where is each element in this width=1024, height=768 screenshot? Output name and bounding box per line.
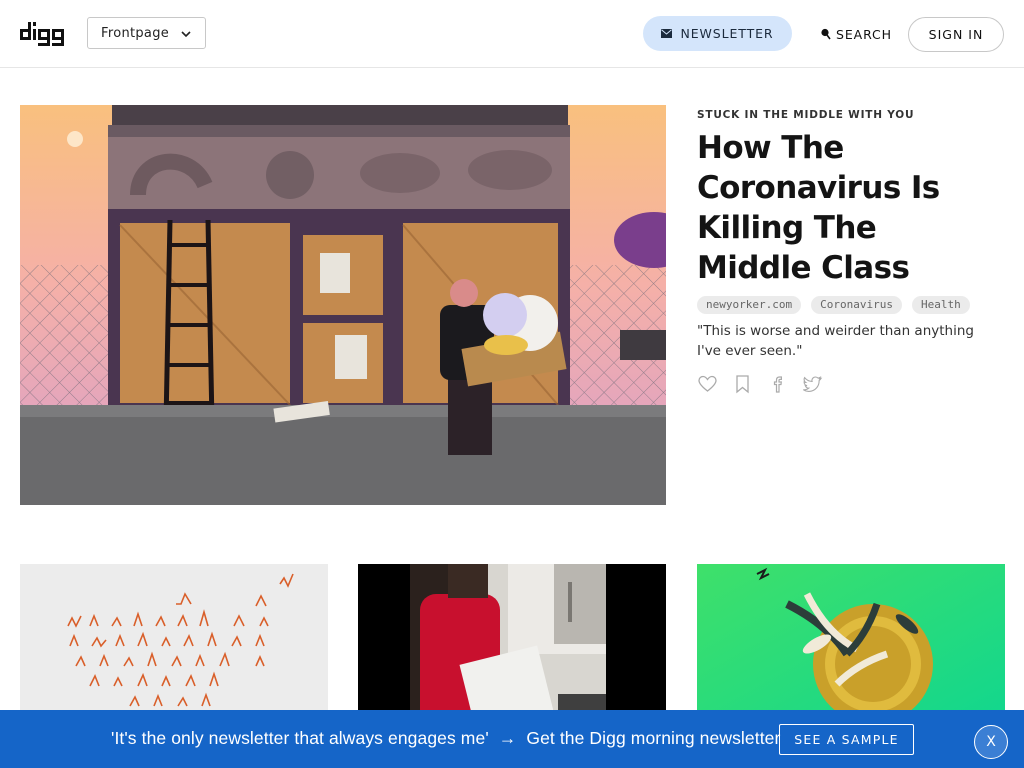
newsletter-button[interactable]: NEWSLETTER <box>643 16 792 51</box>
story-tags: newyorker.com Coronavirus Health <box>697 296 970 314</box>
digg-logo[interactable] <box>20 20 68 48</box>
search-icon <box>821 28 831 40</box>
heart-icon[interactable] <box>697 374 718 394</box>
site-header: Frontpage NEWSLETTER SEARCH SIGN IN <box>0 0 1024 68</box>
close-promo-button[interactable]: X <box>974 725 1008 759</box>
search-button[interactable]: SEARCH <box>820 24 892 44</box>
search-label: SEARCH <box>836 26 892 42</box>
envelope-icon <box>661 29 673 38</box>
section-dropdown-value: Frontpage <box>101 25 170 41</box>
tag-source[interactable]: newyorker.com <box>697 296 802 314</box>
section-dropdown[interactable]: Frontpage <box>87 17 206 49</box>
chevron-down-icon <box>181 31 191 38</box>
gold-coin-green <box>697 564 1005 734</box>
story-headline[interactable]: How The Coronavirus Is Killing The Middl… <box>697 128 997 288</box>
digg-logo-mark <box>20 22 64 46</box>
newsletter-promo-bar: 'It's the only newsletter that always en… <box>0 710 1024 768</box>
promo-cta: Get the Digg morning newsletter <box>526 728 781 748</box>
promo-link[interactable]: 'It's the only newsletter that always en… <box>111 728 780 749</box>
facebook-icon[interactable] <box>767 374 788 394</box>
bookmark-icon[interactable] <box>732 374 753 394</box>
sign-in-button[interactable]: SIGN IN <box>908 17 1004 52</box>
newsletter-label: NEWSLETTER <box>680 26 774 41</box>
person-with-box-video <box>358 564 666 734</box>
close-icon: X <box>986 734 996 750</box>
tag-topic[interactable]: Coronavirus <box>811 296 902 314</box>
story-blurb: "This is worse and weirder than anything… <box>697 323 974 359</box>
see-sample-button[interactable]: SEE A SAMPLE <box>779 724 914 755</box>
storefront-illustration <box>20 105 666 505</box>
promo-quote: 'It's the only newsletter that always en… <box>111 728 489 748</box>
story-card-2[interactable] <box>358 564 666 734</box>
tag-category[interactable]: Health <box>911 296 970 314</box>
story-kicker: STUCK IN THE MIDDLE WITH YOU <box>697 109 915 121</box>
story-actions <box>697 374 823 394</box>
story-card-3[interactable] <box>697 564 1005 734</box>
twitter-icon[interactable] <box>802 374 823 394</box>
story-card-1[interactable] <box>20 564 328 734</box>
arrow-right-icon: → <box>498 728 517 748</box>
sign-in-label: SIGN IN <box>928 27 984 42</box>
featured-story-image[interactable] <box>20 105 666 505</box>
orange-line-charts-map <box>20 564 328 734</box>
